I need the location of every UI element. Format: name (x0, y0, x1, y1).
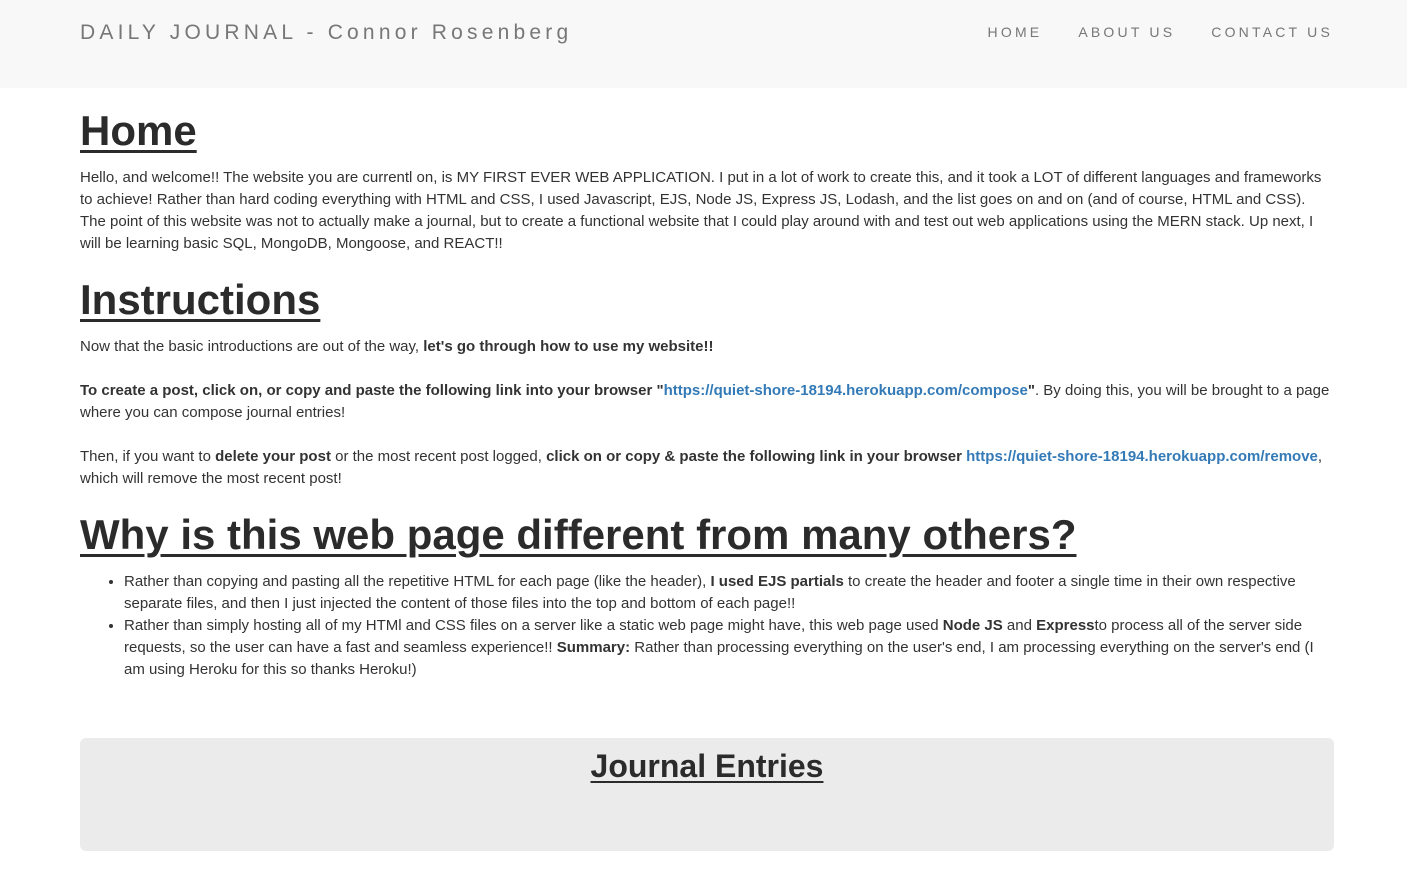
remove-link[interactable]: https://quiet-shore-18194.herokuapp.com/… (966, 448, 1318, 465)
delete-bold-2: click on or copy & paste the following l… (546, 448, 962, 465)
journal-entries-heading: Journal Entries (590, 748, 824, 784)
create-bold-text: To create a post, click on, or copy and … (80, 382, 664, 399)
delete-text-1: Then, if you want to (80, 448, 216, 465)
delete-bold-1: delete your post (215, 448, 331, 465)
instructions-intro: Now that the basic introductions are out… (80, 336, 1334, 358)
list-item: Rather than simply hosting all of my HTM… (124, 615, 1334, 681)
bullet1-bold: I used EJS partials (710, 573, 844, 590)
create-bold-end: " (1027, 382, 1035, 399)
bullet2-text-1: Rather than simply hosting all of my HTM… (124, 617, 943, 634)
why-list: Rather than copying and pasting all the … (80, 571, 1334, 681)
intro-text: Now that the basic introductions are out… (80, 338, 424, 355)
nav-contact-link[interactable]: CONTACT US (1211, 24, 1333, 40)
bullet1-text-1: Rather than copying and pasting all the … (124, 573, 711, 590)
delete-post-instructions: Then, if you want to delete your post or… (80, 446, 1334, 490)
bullet2-bold-1: Node JS (942, 617, 1003, 634)
bullet2-bold-2: Express (1036, 617, 1095, 634)
create-post-instructions: To create a post, click on, or copy and … (80, 380, 1334, 424)
main-content: Home Hello, and welcome!! The website yo… (0, 88, 1407, 681)
compose-link[interactable]: https://quiet-shore-18194.herokuapp.com/… (664, 382, 1028, 399)
instructions-heading: Instructions (80, 276, 321, 323)
bullet2-text-2: and (1002, 617, 1037, 634)
home-heading: Home (80, 107, 197, 154)
brand-link[interactable]: DAILY JOURNAL - Connor Rosenberg (80, 21, 572, 45)
nav-links: HOME ABOUT US CONTACT US (988, 24, 1333, 40)
bullet2-bold-3: Summary: (556, 639, 631, 656)
why-heading: Why is this web page different from many… (80, 511, 1077, 558)
nav-about-link[interactable]: ABOUT US (1078, 24, 1175, 40)
nav-home-link[interactable]: HOME (988, 24, 1043, 40)
list-item: Rather than copying and pasting all the … (124, 571, 1334, 615)
home-paragraph: Hello, and welcome!! The website you are… (80, 169, 1322, 252)
delete-text-2: or the most recent post logged, (330, 448, 547, 465)
navbar: DAILY JOURNAL - Connor Rosenberg HOME AB… (0, 0, 1407, 88)
journal-entries-panel: Journal Entries (80, 738, 1334, 851)
intro-bold-text: let's go through how to use my website!! (423, 338, 714, 355)
